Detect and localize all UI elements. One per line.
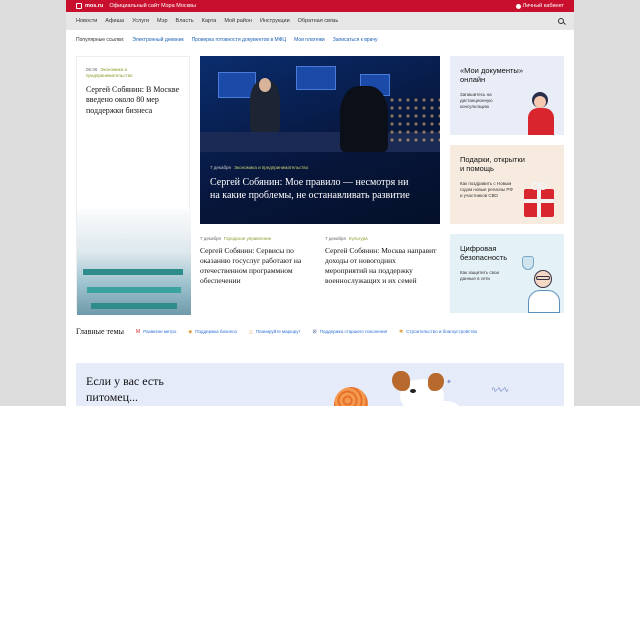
promo-digital-security[interactable]: Цифровая безопасность Как защитить свои … xyxy=(450,234,564,313)
small-news-card[interactable]: 7 декабря Городское управление Сергей Соб… xyxy=(200,236,314,287)
shield-icon xyxy=(522,256,534,270)
left-news-headline[interactable]: Сергей Собянин: В Москве введено около 8… xyxy=(86,85,182,116)
nav-item-instructions[interactable]: Инструкции xyxy=(260,18,290,24)
promo-desc: Запишитесь на дистанционную консультацию xyxy=(460,92,493,110)
pet-banner-title: Если у вас есть питомец... xyxy=(86,374,164,404)
topics-heading: Главные темы xyxy=(76,327,125,336)
news-date: 7 декабря xyxy=(200,236,221,241)
topic-label: Планируйте маршрут xyxy=(255,329,301,334)
promo-title: Цифровая безопасность xyxy=(460,244,508,263)
pet-banner[interactable]: Если у вас есть питомец... ✦ ∿∿∿ xyxy=(76,363,564,406)
big-news-headline[interactable]: Сергей Собянин: Мое правило — несмотря н… xyxy=(210,176,410,202)
small-news-card[interactable]: 7 декабря Культура Сергей Собянин: Москва… xyxy=(325,236,439,287)
yarn-ball-image xyxy=(334,387,368,406)
site-subtitle: Официальный сайт Мэра Москвы xyxy=(109,3,196,9)
big-news-card[interactable]: 7 декабря Экономика и предпринимательство… xyxy=(200,56,440,224)
topic-business[interactable]: ◆ Поддержка бизнеса xyxy=(188,329,236,335)
popular-link-payments[interactable]: Мои платежи xyxy=(294,37,325,43)
topic-route[interactable]: △ Планируйте маршрут xyxy=(249,329,301,335)
mask-icon: ⊠ xyxy=(312,328,317,335)
topic-label: Поддержка бизнеса xyxy=(195,329,237,334)
cabinet-label: Личный кабинет xyxy=(522,3,564,9)
personal-cabinet-link[interactable]: Личный кабинет xyxy=(515,3,564,9)
topic-label: Поддержка старшего поколения xyxy=(319,329,388,334)
news-category: Экономика и предпринимательство xyxy=(233,165,309,170)
top-bar: mos.ru Официальный сайт Мэра Москвы Личн… xyxy=(66,0,574,12)
left-news-card[interactable]: 06:36 Экономика и предпринимательство Сер… xyxy=(76,56,191,315)
popular-label: Популярные ссылки: xyxy=(76,37,125,43)
promo-desc: Как защитить свои данные в сети xyxy=(460,270,499,282)
sparkle-icon: ✦ xyxy=(446,379,452,386)
main-topics: Главные темы M Развитие метро ◆ Поддержк… xyxy=(76,327,489,336)
small-news-headline[interactable]: Сергей Собянин: Сервисы по оказанию госу… xyxy=(200,246,314,287)
promo-title: Подарки, открытки и помощь xyxy=(460,155,525,174)
topic-metro[interactable]: M Развитие метро xyxy=(136,329,176,335)
news-date: 06:36 xyxy=(86,67,98,72)
shield-person-illustration xyxy=(522,256,562,313)
metro-icon: M xyxy=(136,328,141,335)
topic-elderly[interactable]: ⊠ Поддержка старшего поколения xyxy=(313,329,388,335)
small-news-headline[interactable]: Сергей Собянин: Москва направит доходы о… xyxy=(325,246,439,287)
dog-image xyxy=(384,371,464,406)
route-icon: △ xyxy=(248,328,253,335)
news-category: Культура xyxy=(348,236,368,241)
site-frame: mos.ru Официальный сайт Мэра Москвы Личн… xyxy=(66,0,574,406)
gift-box-illustration xyxy=(522,179,556,219)
user-icon xyxy=(515,3,521,9)
business-icon: ◆ xyxy=(188,328,193,335)
host-figure xyxy=(340,86,388,152)
nav-item-news[interactable]: Новости xyxy=(76,18,97,24)
search-icon[interactable] xyxy=(558,18,564,24)
consultant-illustration xyxy=(524,88,558,135)
promo-title: «Мои документы» онлайн xyxy=(460,66,523,85)
topic-label: Строительство и благоустройство xyxy=(406,329,478,334)
mos-logo-icon[interactable] xyxy=(76,3,82,9)
promo-desc: Как поздравить с Новым годом новые регио… xyxy=(460,181,513,199)
topic-construction[interactable]: ✱ Строительство и благоустройство xyxy=(399,329,477,335)
nav-item-mayor[interactable]: Мэр xyxy=(157,18,168,24)
nav-item-my-district[interactable]: Мой район xyxy=(224,18,252,24)
main-nav: Новости Афиша Услуги Мэр Власть Карта Мо… xyxy=(66,12,574,30)
popular-links: Популярные ссылки: Электронный дневник П… xyxy=(76,37,377,43)
popular-link-doctor[interactable]: Записаться к врачу xyxy=(333,37,378,43)
small-news-meta: 7 декабря Культура xyxy=(325,236,439,241)
small-news-meta: 7 декабря Городское управление xyxy=(200,236,314,241)
news-date: 7 декабря xyxy=(325,236,346,241)
nav-item-feedback[interactable]: Обратная связь xyxy=(298,18,339,24)
big-news-meta: 7 декабря Экономика и предпринимательство xyxy=(210,165,308,170)
build-icon: ✱ xyxy=(399,328,404,335)
nav-item-afisha[interactable]: Афиша xyxy=(105,18,124,24)
popular-link-mfc[interactable]: Проверка готовности документов в МФЦ xyxy=(192,37,286,43)
news-date: 7 декабря xyxy=(210,165,231,170)
site-name[interactable]: mos.ru xyxy=(85,3,103,9)
popular-link-diary[interactable]: Электронный дневник xyxy=(132,37,183,43)
squiggle-decoration: ∿∿∿ xyxy=(491,385,509,394)
news-category: Городское управление xyxy=(223,236,272,241)
factory-photo xyxy=(77,209,191,315)
nav-item-government[interactable]: Власть xyxy=(176,18,194,24)
topic-label: Развитие метро xyxy=(143,329,177,334)
left-news-meta: 06:36 Экономика и предпринимательство xyxy=(86,67,146,79)
promo-my-documents[interactable]: «Мои документы» онлайн Запишитесь на дис… xyxy=(450,56,564,135)
nav-item-services[interactable]: Услуги xyxy=(132,18,149,24)
nav-item-map[interactable]: Карта xyxy=(202,18,217,24)
promo-gifts[interactable]: Подарки, открытки и помощь Как поздравит… xyxy=(450,145,564,224)
